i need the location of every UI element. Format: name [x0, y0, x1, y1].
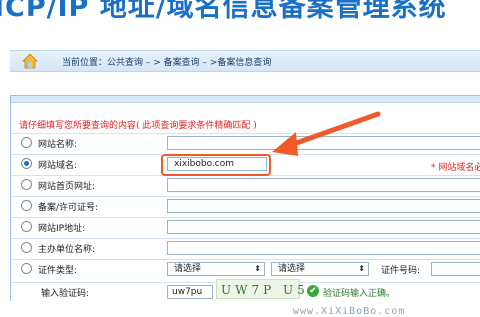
label-site-ip: 网站IP地址:	[38, 224, 86, 234]
captcha-image[interactable]: UW7P U5	[216, 279, 305, 299]
panel-header-bar	[11, 96, 480, 103]
cert-subtype-select[interactable]: 请选择 ⬍	[271, 262, 369, 276]
check-icon: ✔	[307, 285, 319, 297]
cert-subtype-select-value: 请选择	[278, 264, 306, 274]
breadcrumb-text: 当前位置：公共查询 – > 备案查询 – >备案信息查询	[62, 58, 272, 68]
radio-site-name[interactable]	[21, 137, 32, 148]
organizer-input[interactable]	[167, 241, 480, 255]
label-cert-type: 证件类型:	[38, 266, 78, 276]
instruction-text: 请仔细填写您所要查询的内容( 此项查询要求条件精确匹配 )	[19, 121, 257, 131]
radio-site-ip[interactable]	[21, 221, 32, 232]
cert-type-select[interactable]: 请选择 ⬍	[167, 262, 265, 276]
row-captcha: 输入验证码: uw7pu UW7P U5 ✔ 验证码输入正确。	[11, 279, 480, 302]
captcha-input[interactable]: uw7pu	[167, 285, 213, 299]
row-organizer: 主办单位名称:	[11, 238, 480, 258]
page-header: ICP/IP 地址/域名信息备案管理系统	[0, 0, 480, 44]
row-license: 备案/许可证号:	[11, 196, 480, 216]
row-site-ip: 网站IP地址:	[11, 217, 480, 237]
row-cert-type: 证件类型: 请选择 ⬍ 请选择 ⬍ 证件号码:	[11, 259, 480, 279]
radio-license[interactable]	[21, 200, 32, 211]
watermark: www.XiXiBoBo.com	[293, 306, 406, 317]
radio-domain[interactable]	[21, 158, 32, 169]
homepage-url-input[interactable]	[167, 178, 480, 192]
radio-homepage-url[interactable]	[21, 179, 32, 190]
site-ip-input[interactable]	[167, 220, 480, 234]
captcha-label: 输入验证码:	[41, 289, 90, 299]
label-organizer: 主办单位名称:	[38, 245, 96, 255]
cert-number-input[interactable]	[431, 262, 480, 276]
annotation-arrow-icon	[272, 111, 381, 156]
system-title: ICP/IP 地址/域名信息备案管理系统	[0, 0, 447, 23]
cert-type-select-value: 请选择	[174, 264, 202, 274]
home-icon[interactable]	[22, 53, 38, 69]
chevron-down-icon: ⬍	[358, 264, 365, 273]
query-panel: 请仔细填写您所要查询的内容( 此项查询要求条件精确匹配 ) 网站名称: 网站域名…	[10, 95, 480, 317]
radio-organizer[interactable]	[21, 242, 32, 253]
label-license: 备案/许可证号:	[38, 203, 99, 213]
label-homepage-url: 网站首页网址:	[38, 182, 96, 192]
captcha-status: 验证码输入正确。	[323, 289, 396, 299]
label-site-name: 网站名称:	[38, 140, 78, 150]
cert-number-label: 证件号码:	[381, 266, 421, 276]
radio-cert-type[interactable]	[21, 263, 32, 274]
domain-required-note: * 网站域名必	[431, 163, 480, 173]
row-site-name: 网站名称:	[11, 133, 480, 153]
row-homepage-url: 网站首页网址:	[11, 175, 480, 195]
label-domain: 网站域名:	[38, 161, 78, 171]
chevron-down-icon: ⬍	[254, 264, 261, 273]
breadcrumb: 当前位置：公共查询 – > 备案查询 – >备案信息查询	[10, 50, 480, 72]
license-input[interactable]	[167, 199, 480, 213]
